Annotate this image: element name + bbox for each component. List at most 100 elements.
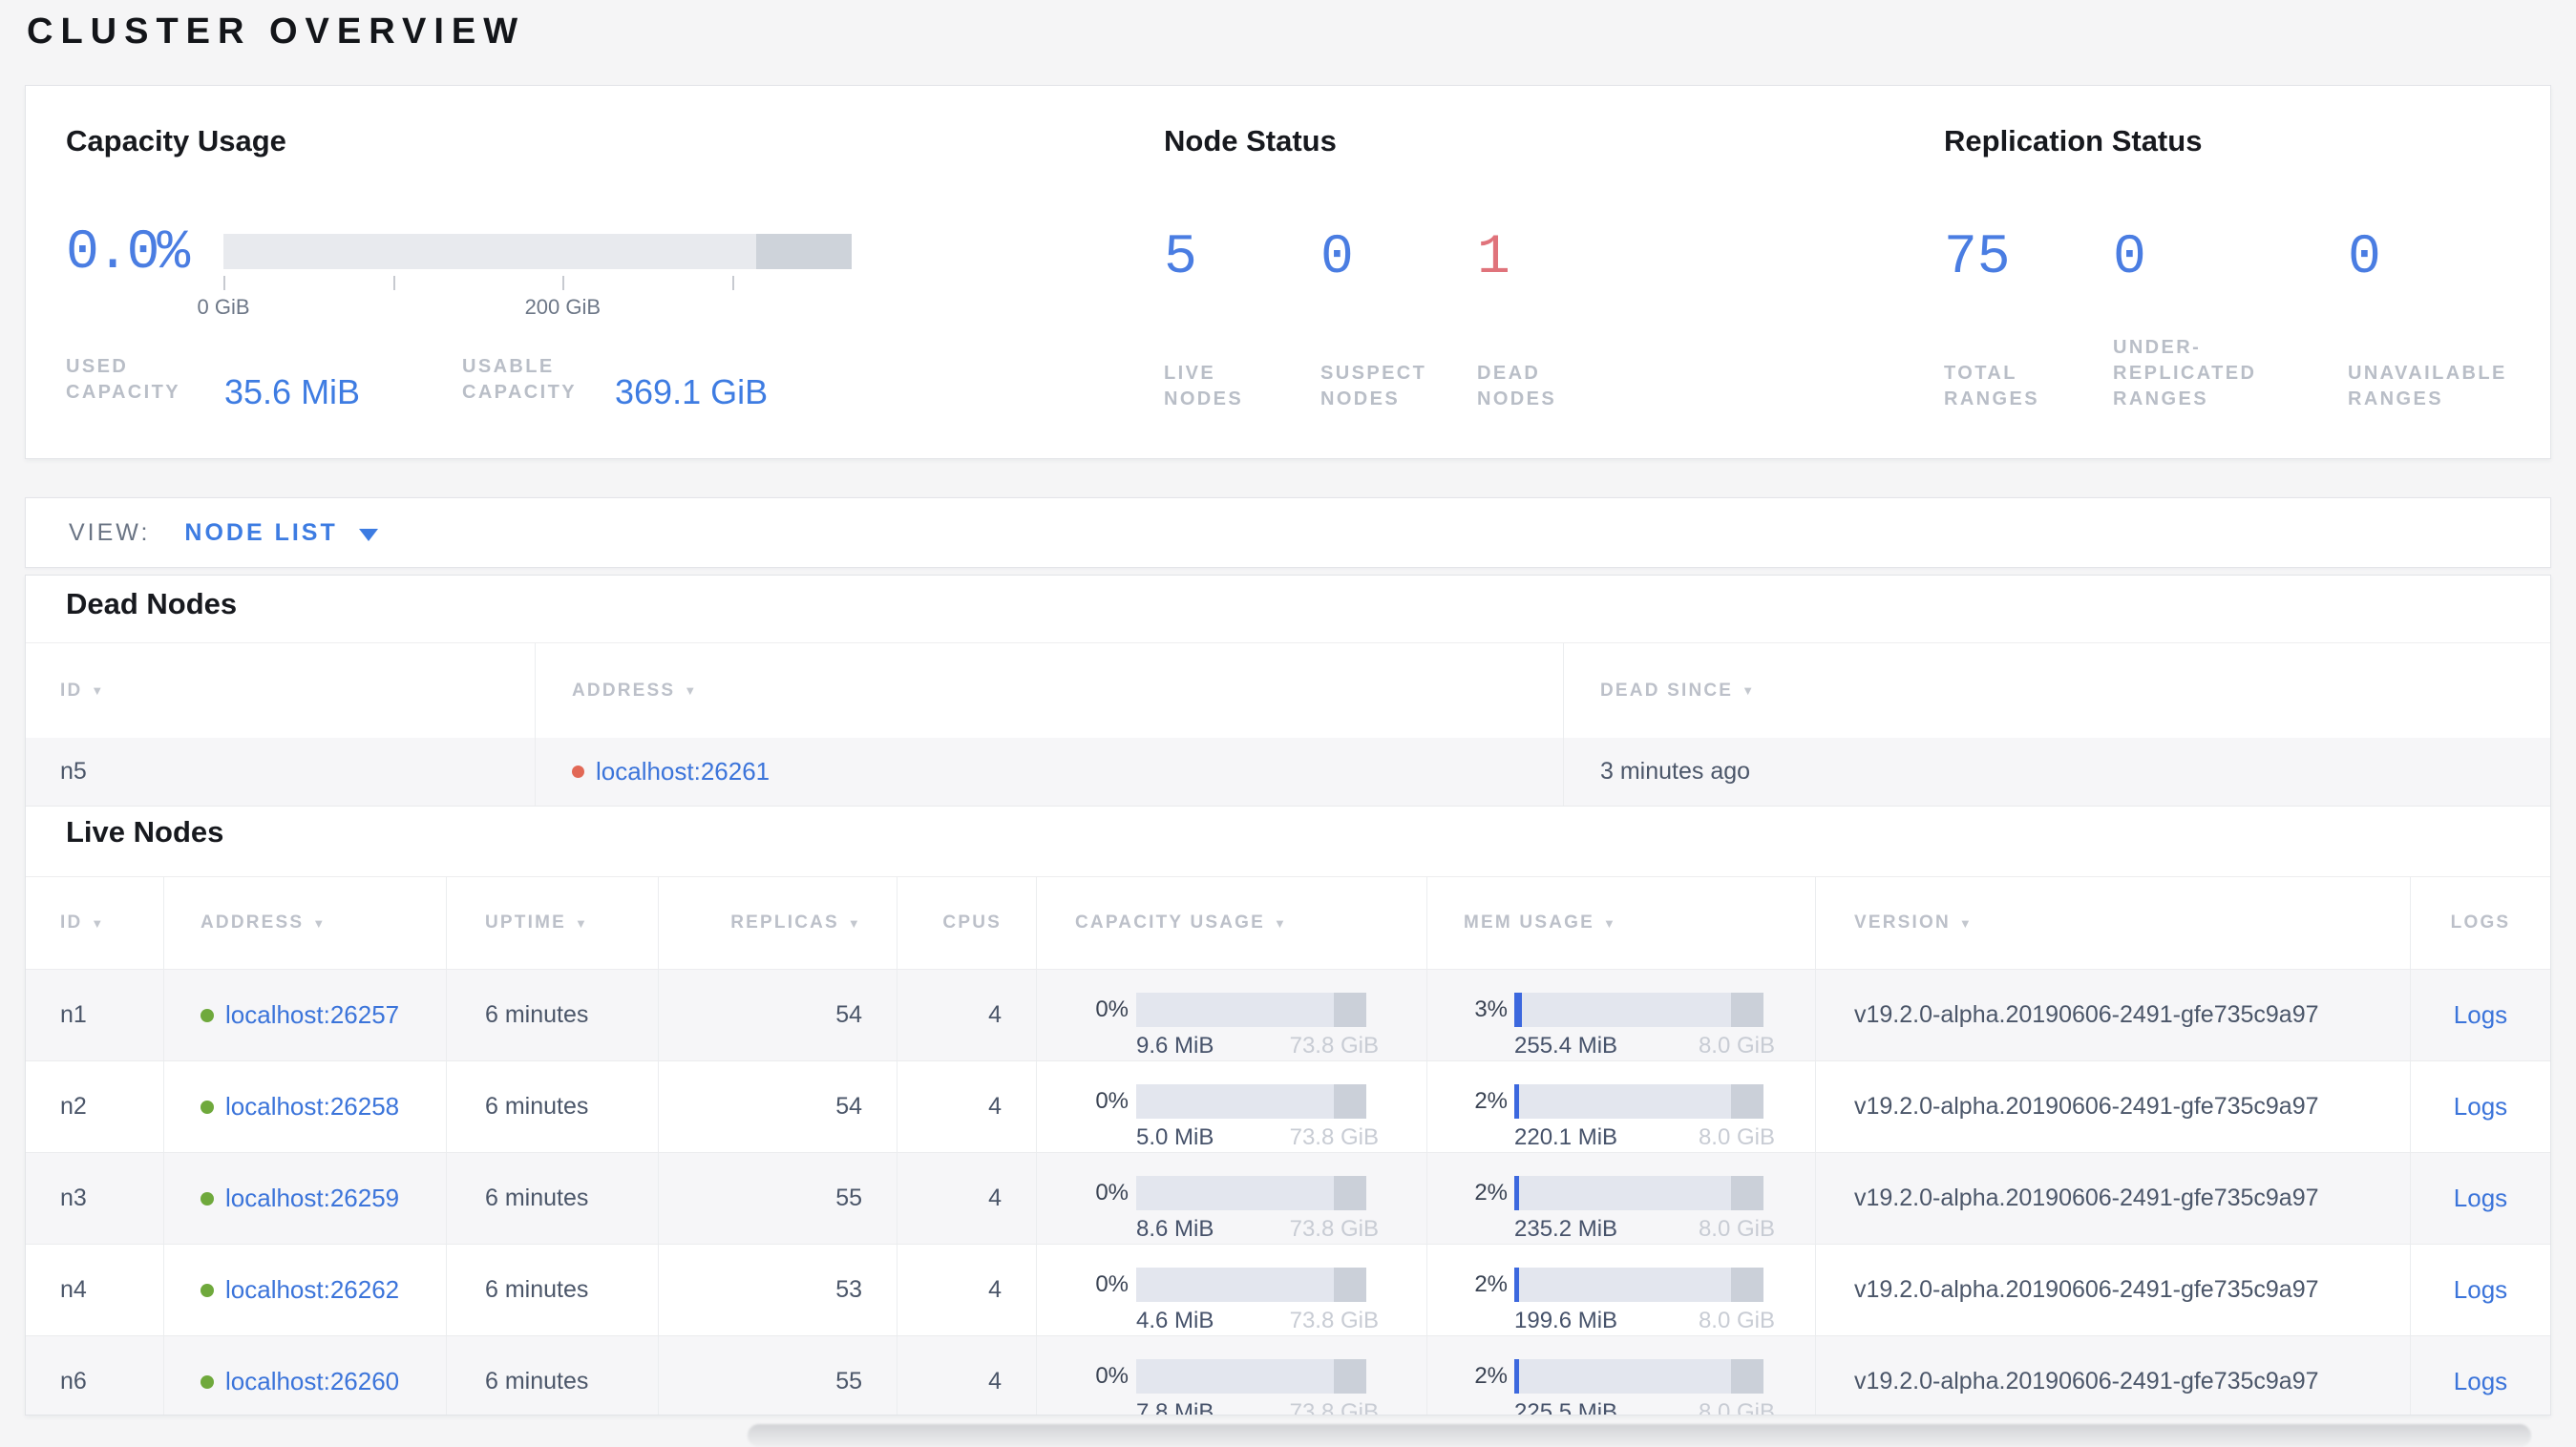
live-status-dot [201, 1008, 214, 1022]
live-nodes-count: 5 [1164, 227, 1197, 289]
node-version-cell: v19.2.0-alpha.20190606-2491-gfe735c9a97 [1815, 1061, 2410, 1152]
node-cpus-cell: 4 [897, 970, 1036, 1060]
logs-link[interactable]: Logs [2454, 1367, 2507, 1396]
node-id-cell: n3 [60, 1185, 87, 1211]
capacity-usage-bar: 0 GiB 200 GiB [197, 234, 852, 319]
node-address-cell: localhost:26261 [535, 738, 1563, 806]
capacity-bar-segment [1334, 1268, 1366, 1302]
mem-used-value: 235.2 MiB [1514, 1216, 1618, 1242]
mem-values: 220.1 MiB 8.0 GiB [1514, 1124, 1775, 1151]
capacity-used-value: 7.8 MiB [1136, 1399, 1214, 1416]
axis-tick [392, 276, 395, 290]
capacity-percent: 0% [1095, 996, 1129, 1022]
dead-since-cell: 3 minutes ago [1563, 738, 2550, 806]
live-node-row: n2 localhost:26258 6 minutes 54 4 0% 5.0… [26, 1061, 2550, 1153]
capacity-bar-segment [1334, 993, 1366, 1027]
mem-values: 255.4 MiB 8.0 GiB [1514, 1033, 1775, 1059]
capacity-bar-segment [755, 234, 852, 269]
mem-total-value: 8.0 GiB [1698, 1033, 1775, 1059]
node-uptime-cell: 6 minutes [446, 970, 658, 1060]
live-status-dot [201, 1283, 214, 1297]
live-status-dot [201, 1191, 214, 1206]
live-col-header-id[interactable]: ID ▼ [26, 877, 163, 969]
live-col-header-address[interactable]: ADDRESS ▼ [163, 877, 446, 969]
used-capacity-label: USED CAPACITY [66, 356, 180, 403]
capacity-values: 5.0 MiB 73.8 GiB [1136, 1124, 1379, 1151]
node-capacity-usage-cell: 0% 9.6 MiB 73.8 GiB [1036, 970, 1426, 1060]
mem-total-value: 8.0 GiB [1698, 1216, 1775, 1242]
live-col-header-mem-usage[interactable]: MEM USAGE ▼ [1426, 877, 1815, 969]
node-status-title: Node Status [1164, 124, 1337, 157]
mem-bar-segment [1731, 1084, 1763, 1119]
node-address-link[interactable]: localhost:26259 [225, 1184, 399, 1213]
axis-tick [562, 276, 565, 290]
node-address-link[interactable]: localhost:26258 [225, 1092, 399, 1122]
view-selector[interactable]: NODE LIST [184, 519, 337, 547]
usable-capacity-stat: USABLE CAPACITY 369.1 GiB [462, 354, 769, 411]
total-ranges-count: 75 [1944, 227, 2011, 289]
bottom-scroll-shadow [748, 1424, 2531, 1447]
mem-bar [1514, 1084, 1763, 1119]
mem-bar-fill [1514, 1359, 1520, 1394]
capacity-bar [1136, 1084, 1366, 1119]
capacity-bar-segment [1334, 1176, 1366, 1210]
axis-tick [223, 276, 225, 290]
dead-status-dot [572, 765, 584, 778]
chevron-down-icon[interactable] [358, 528, 378, 541]
suspect-nodes-count: 0 [1320, 227, 1354, 289]
capacity-bar [1136, 993, 1366, 1027]
dead-col-header-dead-since[interactable]: DEAD SINCE ▼ [1563, 643, 2550, 738]
live-col-header-version[interactable]: VERSION ▼ [1815, 877, 2410, 969]
capacity-percent: 0% [1095, 1180, 1129, 1206]
mem-bar-fill [1514, 1176, 1520, 1210]
node-uptime-cell: 6 minutes [446, 1153, 658, 1244]
sort-caret-icon: ▼ [1602, 915, 1618, 931]
mem-used-value: 199.6 MiB [1514, 1308, 1618, 1333]
capacity-percent: 0% [1095, 1271, 1129, 1297]
mem-bar-segment [1731, 1359, 1763, 1394]
node-address-link[interactable]: localhost:26257 [225, 1000, 399, 1030]
node-cpus-cell: 4 [897, 1336, 1036, 1415]
sort-caret-icon: ▼ [91, 683, 106, 698]
suspect-nodes-label: SUSPECT NODES [1320, 363, 1427, 409]
mem-percent: 3% [1474, 996, 1508, 1022]
node-address-link[interactable]: localhost:26262 [225, 1275, 399, 1305]
usable-capacity-value: 369.1 GiB [615, 372, 769, 411]
live-nodes-label: LIVE NODES [1164, 363, 1244, 409]
logs-link[interactable]: Logs [2454, 1275, 2507, 1305]
live-node-row: n1 localhost:26257 6 minutes 54 4 0% 9.6… [26, 970, 2550, 1061]
live-col-header-replicas[interactable]: REPLICAS ▼ [658, 877, 897, 969]
axis-tick-label: 200 GiB [524, 295, 602, 319]
node-address-link[interactable]: localhost:26260 [225, 1367, 399, 1396]
dead-node-row: n5 localhost:26261 3 minutes ago [26, 738, 2550, 807]
live-col-header-cpus: CPUS [897, 877, 1036, 969]
suspect-nodes-stat: 0 SUSPECT NODES [1320, 231, 1426, 412]
node-address-cell: localhost:26257 [163, 970, 446, 1060]
live-col-header-uptime[interactable]: UPTIME ▼ [446, 877, 658, 969]
logs-link[interactable]: Logs [2454, 1092, 2507, 1122]
node-version-cell: v19.2.0-alpha.20190606-2491-gfe735c9a97 [1815, 970, 2410, 1060]
logs-link[interactable]: Logs [2454, 1000, 2507, 1030]
node-mem-usage-cell: 3% 255.4 MiB 8.0 GiB [1426, 970, 1815, 1060]
logs-link[interactable]: Logs [2454, 1184, 2507, 1213]
sort-caret-icon: ▼ [684, 683, 699, 698]
capacity-percent: 0% [1095, 1363, 1129, 1389]
node-id-cell: n5 [60, 758, 87, 785]
capacity-bar [1136, 1176, 1366, 1210]
node-capacity-usage-cell: 0% 8.6 MiB 73.8 GiB [1036, 1153, 1426, 1244]
capacity-bar-segment [1334, 1084, 1366, 1119]
capacity-used-value: 4.6 MiB [1136, 1308, 1214, 1333]
dead-col-header-address[interactable]: ADDRESS ▼ [535, 643, 1563, 738]
dead-col-header-id[interactable]: ID ▼ [26, 643, 535, 738]
axis-tick [731, 276, 734, 290]
node-id-cell: n6 [60, 1368, 87, 1395]
node-version-cell: v19.2.0-alpha.20190606-2491-gfe735c9a97 [1815, 1336, 2410, 1415]
node-uptime-cell: 6 minutes [446, 1061, 658, 1152]
live-col-header-capacity-usage[interactable]: CAPACITY USAGE ▼ [1036, 877, 1426, 969]
node-address-link[interactable]: localhost:26261 [596, 757, 770, 786]
under-replicated-ranges-count: 0 [2113, 227, 2146, 289]
live-col-header-logs: LOGS [2410, 877, 2550, 969]
axis-tick-label: 0 GiB [197, 295, 250, 319]
mem-values: 225.5 MiB 8.0 GiB [1514, 1399, 1775, 1415]
node-replicas-cell: 55 [658, 1336, 897, 1415]
